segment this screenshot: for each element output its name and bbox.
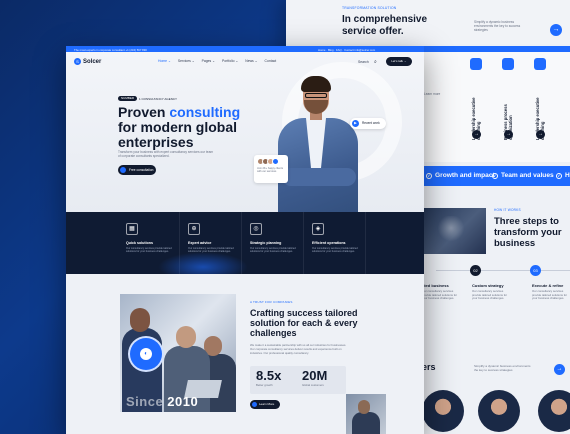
topbar-contact: The most experts in corporate consultant… bbox=[74, 47, 147, 52]
recent-work-button[interactable]: ▶ Recent work bbox=[350, 118, 386, 129]
nav-home[interactable]: Home ⌄ bbox=[158, 59, 171, 63]
check-icon: ✓ bbox=[492, 173, 498, 179]
strip-item-team: ✓ Team and values bbox=[492, 172, 554, 179]
hero-badge: NUMBER 1 CONSULTANCY AGENCY bbox=[118, 96, 177, 101]
logo-mark-icon: S bbox=[74, 58, 81, 65]
service-icon: ◈ bbox=[312, 223, 324, 235]
values-strip: ✓Growth and impact ✓Team and values ✓Ho bbox=[422, 166, 570, 186]
since-label: Since 2010 bbox=[126, 394, 199, 409]
service-desc: Our consultancy services provide tailore… bbox=[126, 247, 172, 254]
service-desc: Our consultancy services provide tailore… bbox=[250, 247, 296, 254]
service-offer-section: TRANSFORMATION SOLUTION In comprehensive… bbox=[286, 0, 570, 44]
badge-logo-icon: ◐ bbox=[140, 348, 152, 360]
step-title: Execute & refine bbox=[532, 283, 564, 288]
check-icon: ✓ bbox=[556, 173, 562, 179]
service-desc: Our consultancy services provide tailore… bbox=[312, 247, 358, 254]
card-icon bbox=[534, 58, 546, 70]
site-logo[interactable]: S Solcer bbox=[74, 58, 101, 65]
team-arrow-button[interactable]: → bbox=[554, 364, 565, 375]
service-item[interactable]: ◎ Strategic planning Our consultancy ser… bbox=[242, 212, 304, 274]
team-title: ers bbox=[422, 362, 436, 372]
three-steps-eyebrow: HOW IT WORKS bbox=[494, 208, 521, 212]
stat-growth: 8.5x Better growth bbox=[256, 368, 282, 388]
card-icon bbox=[502, 58, 514, 70]
hero-person-image bbox=[272, 76, 364, 212]
team-avatar bbox=[538, 390, 570, 432]
badge-pill: NUMBER bbox=[118, 96, 138, 101]
card-icon bbox=[470, 58, 482, 70]
service-card[interactable]: Business process optimization → bbox=[496, 56, 528, 152]
service-title: Quick solutions bbox=[126, 241, 153, 245]
badge-text: 1 CONSULTANCY AGENCY bbox=[139, 96, 178, 101]
team-paragraph: Simplify a dynamic business environments… bbox=[474, 364, 531, 372]
button-dot-icon bbox=[252, 402, 257, 407]
nav-services[interactable]: Services ⌄ bbox=[178, 59, 195, 63]
step-marker: 03 bbox=[530, 265, 541, 276]
homepage-mockup: The most experts in corporate consultant… bbox=[66, 46, 424, 434]
nav-portfolio[interactable]: Portfolio ⌄ bbox=[222, 59, 238, 63]
card-arrow-icon[interactable]: → bbox=[536, 130, 545, 139]
service-icon: ⊕ bbox=[188, 223, 200, 235]
step-marker: 02 bbox=[470, 265, 481, 276]
avatar bbox=[272, 158, 279, 165]
consultant-photo bbox=[346, 394, 386, 434]
service-title: Efficient operations bbox=[312, 241, 346, 245]
hero-paragraph: Transform your business with expert cons… bbox=[118, 150, 214, 159]
step-title: Custom strategy bbox=[472, 283, 504, 288]
learn-more-button[interactable]: Learn More bbox=[250, 400, 280, 409]
three-steps-title: Three steps to transform your business bbox=[494, 216, 562, 249]
stats-box: 8.5x Better growth 20M Global customers bbox=[250, 366, 346, 394]
rotating-badge: ◐ bbox=[128, 336, 164, 372]
service-icon: ◎ bbox=[250, 223, 262, 235]
about-eyebrow: A TRUST FOR COMPANIES bbox=[250, 300, 293, 304]
logo-name: Solcer bbox=[83, 58, 102, 65]
service-arrow-button[interactable]: → bbox=[550, 24, 562, 36]
about-title: Crafting success tailored solution for e… bbox=[250, 308, 358, 339]
service-eyebrow: TRANSFORMATION SOLUTION bbox=[342, 6, 397, 10]
step-desc: Our consultancy services provide tailore… bbox=[472, 289, 507, 301]
service-item[interactable]: ◈ Efficient operations Our consultancy s… bbox=[304, 212, 366, 274]
hero-title: Proven consulting for modern global ente… bbox=[118, 104, 241, 150]
topbar-links[interactable]: Home · Blog · FAQ · Contact info@solcer.… bbox=[318, 48, 375, 52]
card-arrow-icon[interactable]: → bbox=[472, 130, 481, 139]
learn-more-link[interactable]: Learn more bbox=[424, 92, 440, 96]
service-icon: ▦ bbox=[126, 223, 138, 235]
team-avatar bbox=[422, 390, 464, 432]
strip-item-partial: ✓Ho bbox=[556, 172, 570, 179]
free-consultation-button[interactable]: Free consultation bbox=[118, 165, 156, 175]
check-icon: ✓ bbox=[426, 173, 432, 179]
clients-card: Join 2K+ happy clients with our services bbox=[254, 155, 288, 183]
nav-contact[interactable]: Contact bbox=[265, 59, 277, 63]
main-navigation: Home ⌄ Services ⌄ Pages ⌄ Portfolio ⌄ Ne… bbox=[158, 59, 276, 63]
service-card[interactable]: Leadership executive coaching → bbox=[464, 56, 496, 152]
step-desc: Our consultancy services provide tailore… bbox=[532, 289, 567, 301]
step-title: ated business bbox=[422, 283, 449, 288]
service-card[interactable]: Leadership executive coaching → bbox=[528, 56, 560, 152]
stat-customers: 20M Global customers bbox=[302, 368, 328, 388]
service-title: Strategic planning bbox=[250, 241, 282, 245]
team-avatar bbox=[478, 390, 520, 432]
steps-timeline bbox=[436, 270, 570, 271]
card-arrow-icon[interactable]: → bbox=[504, 130, 513, 139]
service-title: In comprehensive service offer. bbox=[342, 14, 428, 37]
office-photo bbox=[420, 208, 486, 254]
search-icon[interactable]: ⌕ bbox=[374, 59, 377, 65]
service-paragraph: Simplify a dynamic business environments… bbox=[474, 20, 521, 33]
strip-item-growth: ✓ Growth and impact bbox=[426, 172, 495, 179]
three-steps-heading: HOW IT WORKS Three steps to transform yo… bbox=[494, 208, 562, 249]
button-dot-icon bbox=[120, 167, 126, 173]
team-meeting-photo: ◐ Since 2010 bbox=[120, 294, 236, 412]
client-avatars bbox=[257, 158, 285, 165]
play-icon: ▶ bbox=[352, 120, 359, 127]
search-label[interactable]: Search bbox=[358, 60, 369, 64]
about-paragraph: We make it a sustainable partnership wit… bbox=[250, 343, 347, 355]
lets-talk-button[interactable]: Let's talk → bbox=[386, 57, 412, 66]
nav-news[interactable]: News ⌄ bbox=[245, 59, 257, 63]
about-section: ◐ Since 2010 A TRUST FOR COMPANIES Craft… bbox=[66, 274, 424, 434]
clients-text: Join 2K+ happy clients with our services bbox=[257, 167, 284, 174]
hero-section: S Solcer Home ⌄ Services ⌄ Pages ⌄ Portf… bbox=[66, 52, 424, 212]
service-title: Expert advice bbox=[188, 241, 212, 245]
nav-pages[interactable]: Pages ⌄ bbox=[202, 59, 215, 63]
step-desc: Our consultancy services provide tailore… bbox=[422, 289, 457, 301]
